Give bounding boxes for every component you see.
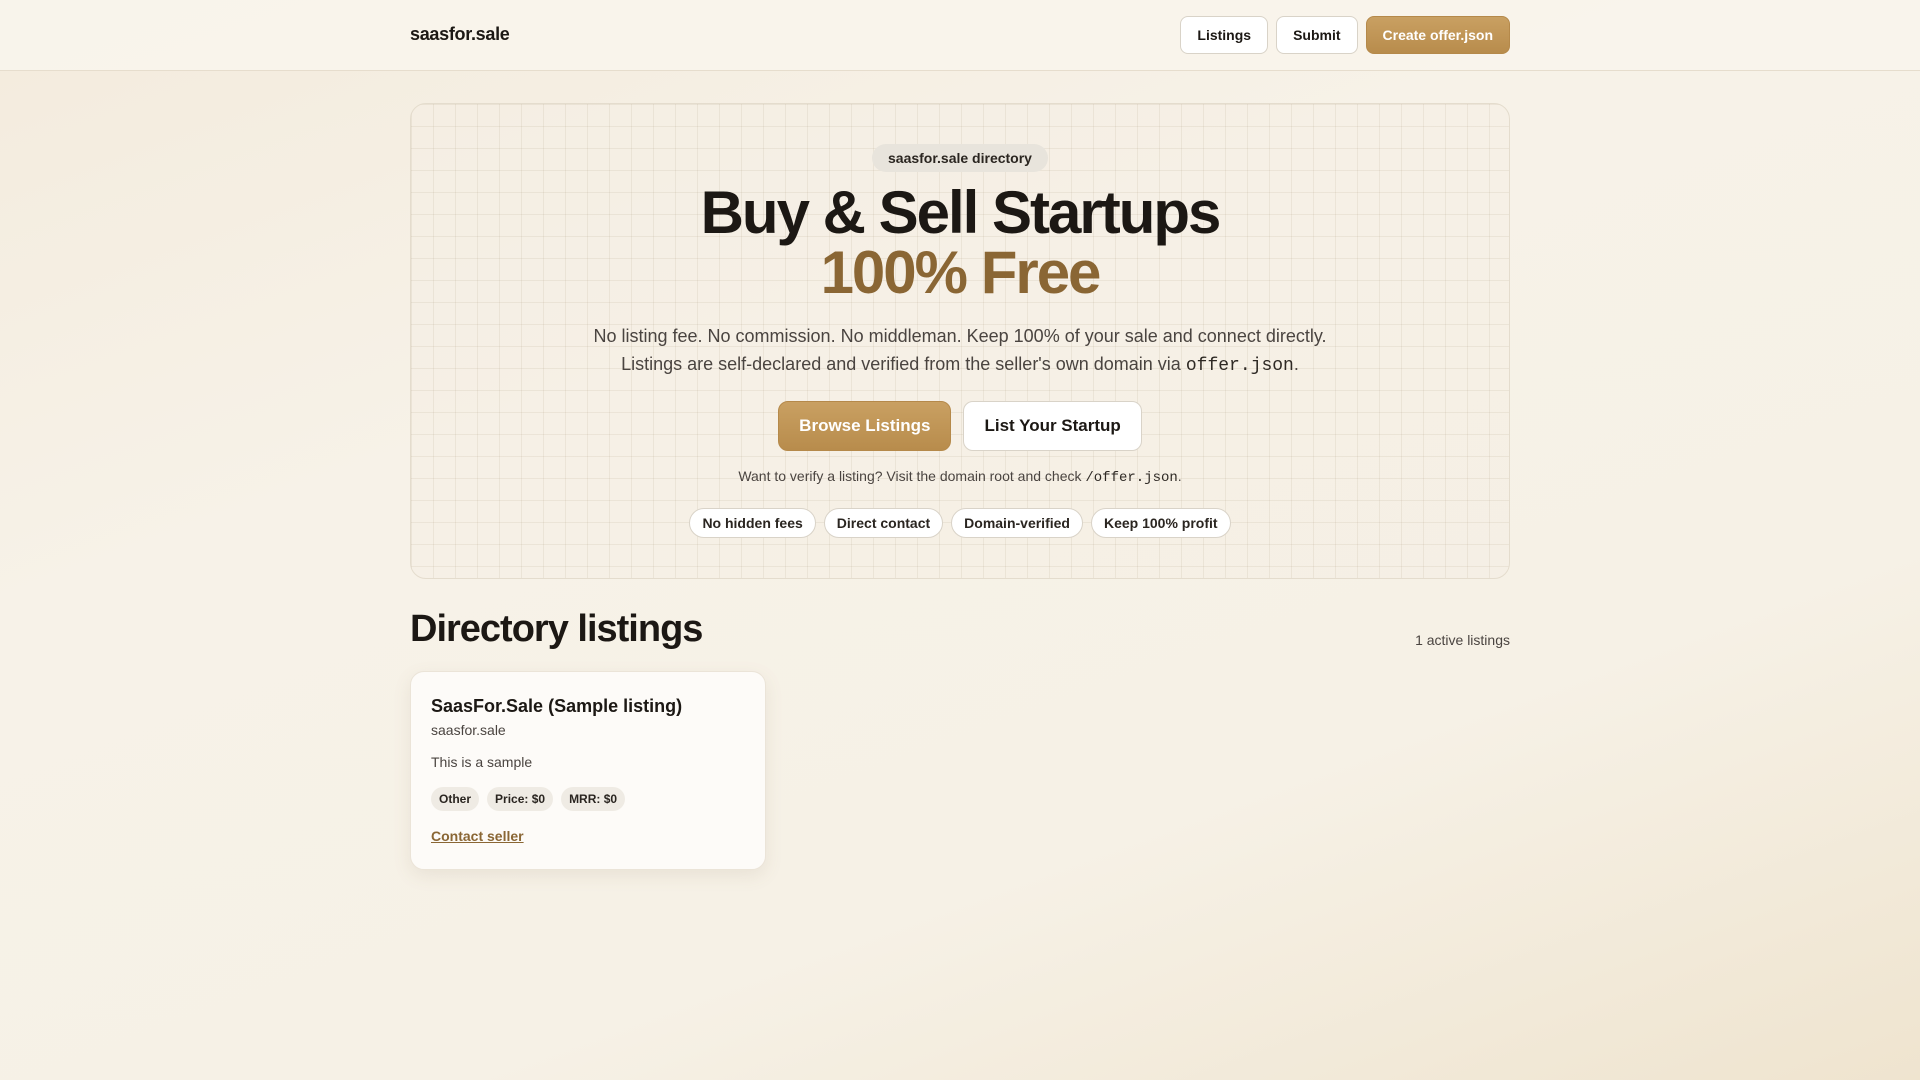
browse-listings-button[interactable]: Browse Listings	[778, 401, 952, 451]
listings-nav-button[interactable]: Listings	[1180, 16, 1269, 54]
verify-hint-code: /offer.json	[1085, 470, 1178, 486]
list-your-startup-button[interactable]: List Your Startup	[963, 401, 1142, 451]
listing-domain: saasfor.sale	[431, 722, 506, 738]
listing-title: SaasFor.Sale (Sample listing)	[431, 696, 683, 716]
verify-hint-prefix: Want to verify a listing? Visit the doma…	[738, 468, 1082, 484]
feature-pill-keep-profit: Keep 100% profit	[1090, 508, 1231, 538]
hero-subtitle-line-2: Listings are self-declared and verified …	[411, 350, 1509, 380]
active-listings-count: 1 active listings	[1415, 632, 1510, 648]
hero-section: saasfor.sale directory Buy & Sell Startu…	[410, 103, 1510, 579]
feature-pills: No hidden fees Direct contact Domain-ver…	[411, 508, 1509, 538]
verify-hint: Want to verify a listing? Visit the doma…	[411, 468, 1509, 486]
brand-logo-text[interactable]: saasfor.sale	[410, 24, 510, 45]
feature-pill-domain-verified: Domain-verified	[951, 508, 1083, 538]
hero-subtitle-line-2-prefix: Listings are self-declared and verified …	[621, 354, 1181, 374]
feature-pill-no-hidden-fees: No hidden fees	[689, 508, 816, 538]
create-offer-json-button[interactable]: Create offer.json	[1365, 16, 1510, 54]
submit-nav-button[interactable]: Submit	[1276, 16, 1358, 54]
hero-cta-group: Browse Listings List Your Startup	[411, 401, 1509, 451]
listing-tag-category: Other	[431, 787, 480, 811]
header-nav: Listings Submit Create offer.json	[1180, 16, 1510, 54]
listing-card: SaasFor.Sale (Sample listing) saasfor.sa…	[410, 671, 766, 870]
listing-tags: Other Price: $0 MRR: $0	[431, 787, 626, 811]
hero-subtitle: No listing fee. No commission. No middle…	[411, 322, 1509, 380]
listing-tag-price: Price: $0	[487, 787, 554, 811]
feature-pill-direct-contact: Direct contact	[823, 508, 944, 538]
verify-hint-suffix: .	[1177, 468, 1182, 484]
offer-json-code: offer.json	[1185, 356, 1294, 376]
listing-tag-mrr: MRR: $0	[561, 787, 626, 811]
hero-title: Buy & Sell Startups	[700, 179, 1222, 246]
hero-subtitle-line-2-suffix: .	[1293, 354, 1299, 374]
directory-title: Directory listings	[410, 608, 703, 650]
top-navigation-bar: saasfor.sale Listings Submit Create offe…	[0, 0, 1920, 71]
hero-subtitle-line-1: No listing fee. No commission. No middle…	[593, 326, 1327, 346]
contact-seller-link[interactable]: Contact seller	[431, 828, 524, 844]
listing-description: This is a sample	[431, 754, 533, 770]
hero-title-accent: 100% Free	[820, 239, 1102, 306]
directory-badge: saasfor.sale directory	[872, 144, 1048, 172]
